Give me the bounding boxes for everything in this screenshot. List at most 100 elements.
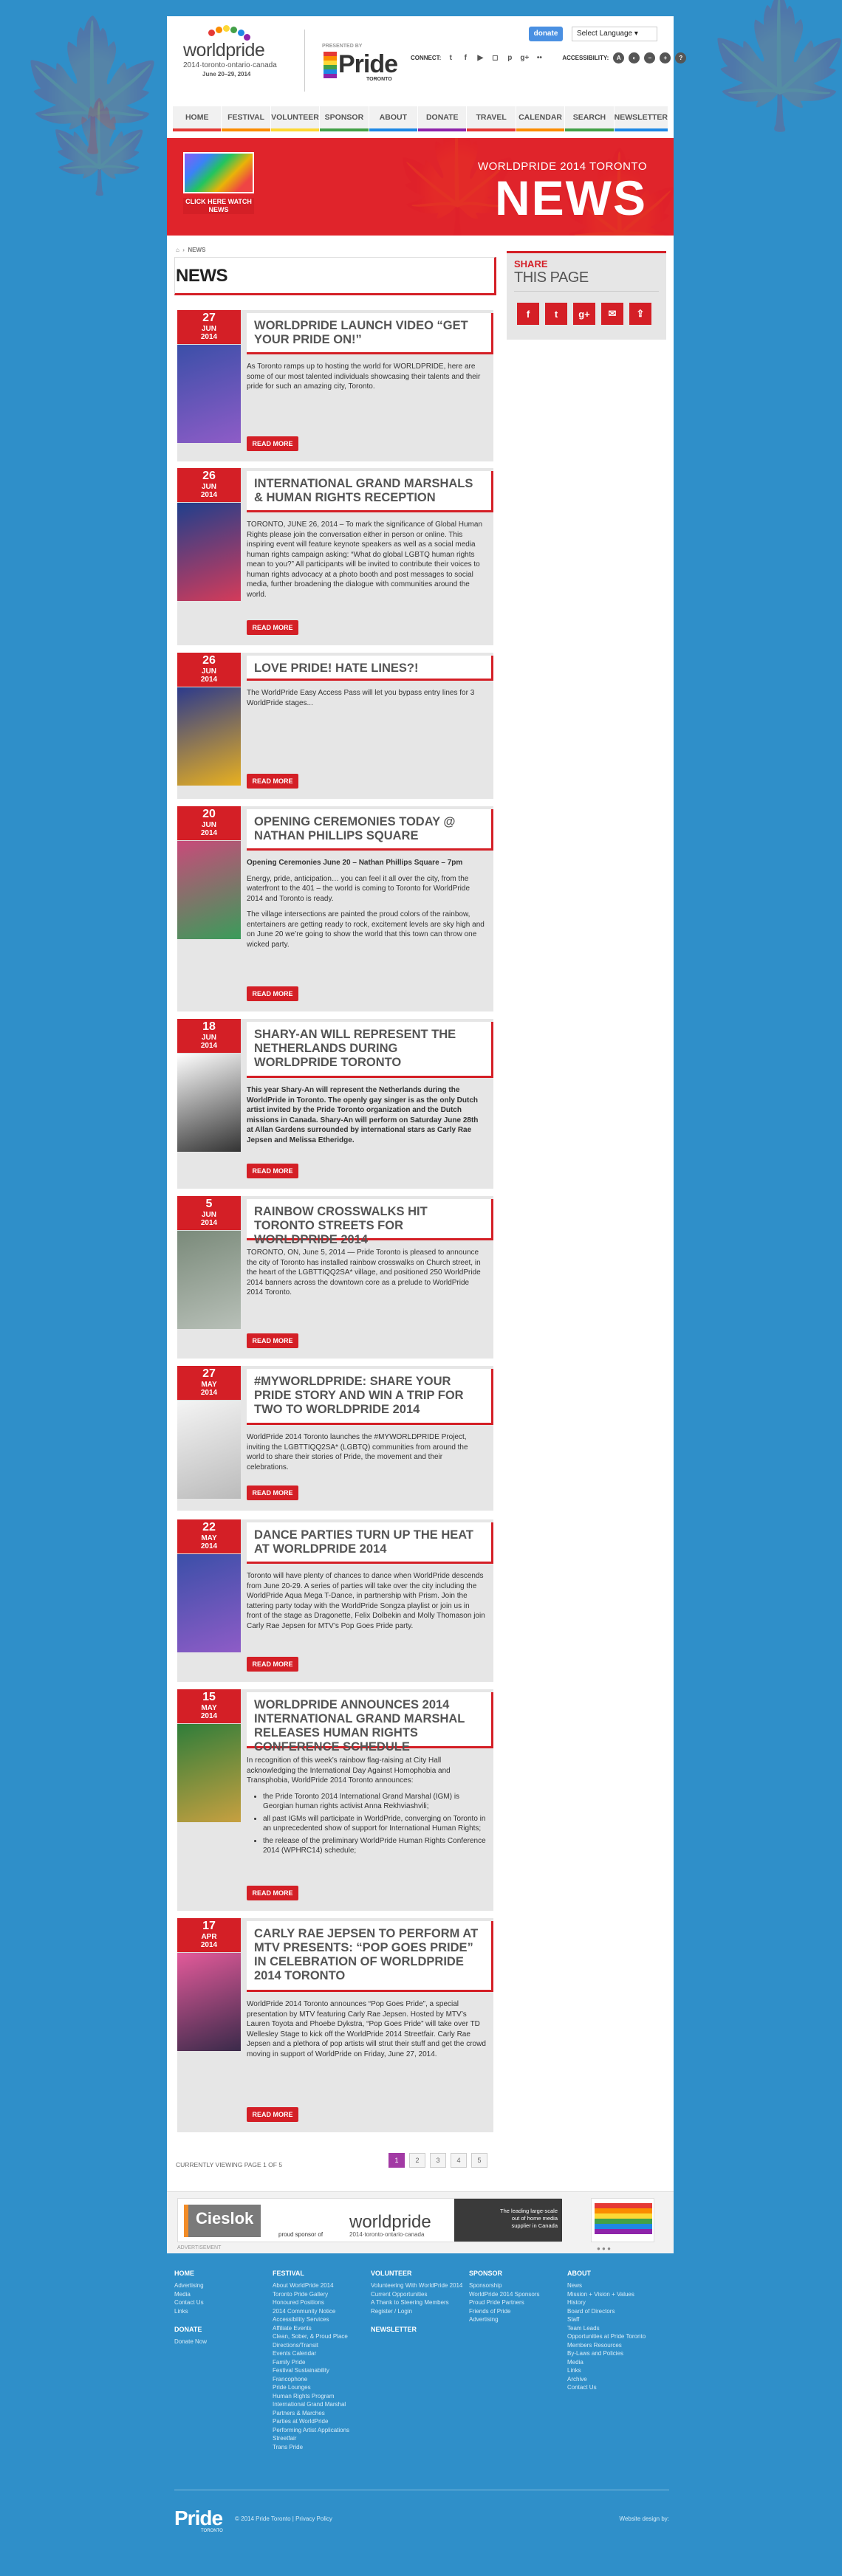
footer-link[interactable]: International Grand Marshal: [273, 2400, 365, 2409]
footer-link[interactable]: Affiliate Events: [273, 2324, 365, 2333]
footer-link[interactable]: 2014 Community Notice: [273, 2307, 365, 2316]
read-more-button[interactable]: READ MORE: [247, 1886, 298, 1900]
footer-link[interactable]: Links: [567, 2366, 660, 2375]
footer-link[interactable]: Friends of Pride: [469, 2307, 561, 2316]
footer-heading[interactable]: FESTIVAL: [273, 2270, 365, 2277]
footer-link[interactable]: Contact Us: [174, 2298, 267, 2307]
footer-link[interactable]: Parties at WorldPride: [273, 2417, 365, 2426]
article-title[interactable]: #MYWORLDPRIDE: SHARE YOUR PRIDE STORY AN…: [247, 1369, 491, 1423]
twitter-icon[interactable]: t: [445, 52, 456, 63]
footer-link[interactable]: Register / Login: [371, 2307, 463, 2316]
page-link[interactable]: 1: [389, 2153, 405, 2168]
footer-link[interactable]: Directions/Transit: [273, 2341, 365, 2350]
footer-link[interactable]: Archive: [567, 2375, 660, 2384]
article-title[interactable]: OPENING CEREMONIES TODAY @ NATHAN PHILLI…: [247, 809, 491, 849]
footer-link[interactable]: Advertising: [174, 2281, 267, 2290]
footer-link[interactable]: History: [567, 2298, 660, 2307]
footer-link[interactable]: Trans Pride: [273, 2443, 365, 2452]
article-title[interactable]: DANCE PARTIES TURN UP THE HEAT AT WORLDP…: [247, 1522, 491, 1562]
article-title[interactable]: INTERNATIONAL GRAND MARSHALS & HUMAN RIG…: [247, 471, 491, 511]
footer-link[interactable]: A Thank to Steering Members: [371, 2298, 463, 2307]
language-select[interactable]: Select Language ▾: [572, 27, 657, 41]
worldpride-logo[interactable]: worldpride: [183, 40, 265, 61]
watch-news-button[interactable]: CLICK HERE WATCH NEWS: [183, 198, 254, 214]
article-thumbnail[interactable]: [177, 502, 241, 601]
footer-link[interactable]: News: [567, 2281, 660, 2290]
home-icon[interactable]: ⌂: [176, 247, 179, 253]
zoom-out-icon[interactable]: −: [644, 52, 656, 63]
article-thumbnail[interactable]: [177, 1952, 241, 2051]
footer-link[interactable]: Family Pride: [273, 2358, 365, 2367]
sponsor-ad[interactable]: Cieslok proud sponsor of worldpride 2014…: [177, 2198, 562, 2242]
footer-link[interactable]: Festival Sustainability: [273, 2366, 365, 2375]
share-facebook-icon[interactable]: f: [517, 303, 539, 325]
footer-link[interactable]: Francophone: [273, 2375, 365, 2384]
footer-link[interactable]: Contact Us: [567, 2383, 660, 2392]
pride-toronto-logo[interactable]: Pride: [338, 50, 398, 79]
nav-item-sponsor[interactable]: SPONSOR: [320, 106, 369, 131]
footer-link[interactable]: Honoured Positions: [273, 2298, 365, 2307]
footer-link[interactable]: Pride Lounges: [273, 2383, 365, 2392]
article-thumbnail[interactable]: [177, 344, 241, 443]
footer-heading[interactable]: NEWSLETTER: [371, 2326, 463, 2333]
footer-link[interactable]: By-Laws and Policies: [567, 2349, 660, 2358]
nav-item-travel[interactable]: TRAVEL: [467, 106, 516, 131]
help-icon[interactable]: ?: [675, 52, 687, 63]
article-thumbnail[interactable]: [177, 1230, 241, 1329]
nav-item-calendar[interactable]: CALENDAR: [516, 106, 565, 131]
footer-link[interactable]: Media: [174, 2290, 267, 2299]
footer-pride-logo[interactable]: Pride: [174, 2507, 223, 2530]
footer-link[interactable]: About WorldPride 2014: [273, 2281, 365, 2290]
footer-link[interactable]: Proud Pride Partners: [469, 2298, 561, 2307]
footer-link[interactable]: Human Rights Program: [273, 2392, 365, 2401]
footer-link[interactable]: Board of Directors: [567, 2307, 660, 2316]
nav-item-newsletter[interactable]: NEWSLETTER: [614, 106, 668, 131]
article-title[interactable]: SHARY-AN WILL REPRESENT THE NETHERLANDS …: [247, 1022, 491, 1076]
read-more-button[interactable]: READ MORE: [247, 620, 298, 635]
share-twitter-icon[interactable]: t: [545, 303, 567, 325]
footer-link[interactable]: Performing Artist Applications: [273, 2426, 365, 2435]
facebook-icon[interactable]: f: [460, 52, 470, 63]
footer-link[interactable]: Sponsorship: [469, 2281, 561, 2290]
instagram-icon[interactable]: ◻: [490, 52, 500, 63]
footer-heading[interactable]: HOME: [174, 2270, 267, 2277]
article-title[interactable]: WORLDPRIDE LAUNCH VIDEO “GET YOUR PRIDE …: [247, 313, 491, 353]
footer-link[interactable]: WorldPride 2014 Sponsors: [469, 2290, 561, 2299]
google-plus-icon[interactable]: g+: [519, 52, 530, 63]
read-more-button[interactable]: READ MORE: [247, 1486, 298, 1500]
footer-heading[interactable]: VOLUNTEER: [371, 2270, 463, 2277]
footer-link[interactable]: Toronto Pride Gallery: [273, 2290, 365, 2299]
footer-heading[interactable]: DONATE: [174, 2326, 267, 2333]
page-link[interactable]: 2: [409, 2153, 425, 2168]
side-ad[interactable]: [591, 2198, 654, 2242]
donate-button[interactable]: donate: [529, 27, 563, 41]
nav-item-about[interactable]: ABOUT: [369, 106, 418, 131]
read-more-button[interactable]: READ MORE: [247, 1164, 298, 1178]
text-size-icon[interactable]: A: [613, 52, 625, 63]
read-more-button[interactable]: READ MORE: [247, 2107, 298, 2122]
article-title[interactable]: LOVE PRIDE! HATE LINES?!: [247, 656, 491, 681]
nav-item-home[interactable]: HOME: [173, 106, 222, 131]
worldpride-logo-icon[interactable]: [179, 25, 253, 41]
footer-link[interactable]: Team Leads: [567, 2324, 660, 2333]
article-title[interactable]: RAINBOW CROSSWALKS HIT TORONTO STREETS F…: [247, 1199, 491, 1253]
pinterest-icon[interactable]: p: [504, 52, 515, 63]
footer-link[interactable]: Events Calendar: [273, 2349, 365, 2358]
article-title[interactable]: CARLY RAE JEPSEN TO PERFORM AT MTV PRESE…: [247, 1921, 491, 1989]
zoom-in-icon[interactable]: +: [660, 52, 671, 63]
article-thumbnail[interactable]: [177, 1553, 241, 1652]
article-thumbnail[interactable]: [177, 687, 241, 786]
read-more-button[interactable]: READ MORE: [247, 436, 298, 451]
page-link[interactable]: 4: [451, 2153, 467, 2168]
youtube-icon[interactable]: ▶: [475, 52, 485, 63]
read-more-button[interactable]: READ MORE: [247, 986, 298, 1001]
share-email-icon[interactable]: ✉: [601, 303, 623, 325]
carousel-dots[interactable]: ● ● ●: [597, 2245, 611, 2252]
footer-link[interactable]: Volunteering With WorldPride 2014: [371, 2281, 463, 2290]
footer-link[interactable]: Clean, Sober, & Proud Place: [273, 2332, 365, 2341]
read-more-button[interactable]: READ MORE: [247, 1333, 298, 1348]
footer-heading[interactable]: SPONSOR: [469, 2270, 561, 2277]
footer-link[interactable]: Donate Now: [174, 2338, 267, 2346]
read-more-button[interactable]: READ MORE: [247, 1657, 298, 1672]
nav-item-search[interactable]: SEARCH: [565, 106, 614, 131]
